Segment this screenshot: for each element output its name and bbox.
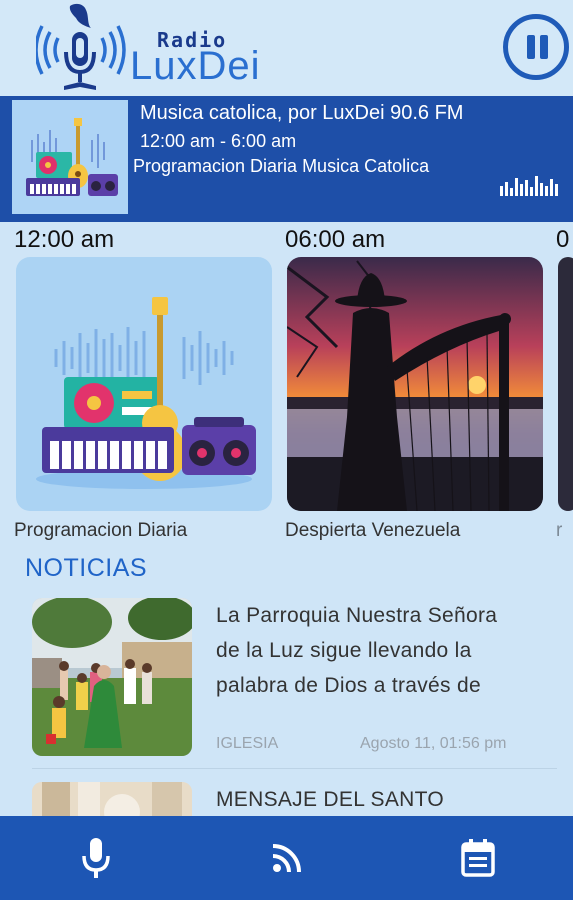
calendar-icon — [460, 839, 495, 877]
schedule-label-2: Despierta Venezuela — [285, 520, 461, 541]
parish-outdoor-gathering-photo — [32, 598, 192, 756]
sunset-harp-player-photo — [287, 257, 543, 511]
news-item-1-line-1: La Parroquia Nuestra Señora — [216, 604, 498, 627]
news-item-1-headline[interactable]: La Parroquia Nuestra Señora de la Luz si… — [216, 598, 556, 703]
brand-title: LuxDei — [130, 44, 261, 88]
schedule-card-partial[interactable] — [558, 257, 573, 511]
now-playing-subtitle: Programacion Diaria Musica Catolica — [133, 156, 430, 176]
news-item-1-date: Agosto 11, 01:56 pm — [360, 735, 507, 752]
news-item-1-category: IGLESIA — [216, 735, 279, 752]
app-header: Radio LuxDei — [0, 0, 573, 96]
schedule-time-1: 12:00 am — [14, 226, 115, 253]
news-item-1-thumbnail[interactable] — [32, 598, 192, 756]
music-instruments-illustration — [36, 297, 256, 489]
schedule-time-2: 06:00 am — [285, 226, 386, 253]
schedule-label-1: Programacion Diaria — [14, 520, 188, 541]
news-divider — [32, 768, 557, 769]
schedule-label-3: r — [556, 520, 563, 541]
microphone-icon — [81, 838, 110, 878]
nav-schedule-button[interactable] — [382, 816, 573, 900]
schedule-card-despierta-venezuela[interactable] — [287, 257, 543, 511]
pause-icon-bar — [540, 35, 548, 59]
nav-live-radio-button[interactable] — [0, 816, 191, 900]
now-playing-time: 12:00 am - 6:00 am — [140, 131, 297, 151]
rss-feed-icon — [272, 844, 301, 872]
schedule-time-3: 0 — [556, 226, 570, 253]
news-item-2-headline[interactable]: MENSAJE DEL SANTO — [216, 782, 556, 817]
equalizer-icon — [500, 174, 562, 196]
pause-button[interactable] — [503, 14, 569, 80]
bottom-navigation — [0, 816, 573, 900]
news-item-1-line-3: palabra de Dios a través de — [216, 674, 481, 697]
news-item-2-line-1: MENSAJE DEL SANTO — [216, 788, 444, 811]
news-item-1-line-2: de la Luz sigue llevando la — [216, 639, 472, 662]
music-instruments-icon — [12, 100, 128, 214]
pause-icon — [527, 35, 535, 59]
microphone-radio-logo-icon — [34, 2, 136, 94]
now-playing-title: Musica catolica, por LuxDei 90.6 FM — [140, 102, 464, 124]
news-section-heading: NOTICIAS — [25, 554, 148, 582]
schedule-card-programacion-diaria[interactable] — [16, 257, 272, 511]
now-playing-banner[interactable]: Musica catolica, por LuxDei 90.6 FM 12:0… — [0, 96, 573, 222]
nav-news-feed-button[interactable] — [191, 816, 382, 900]
